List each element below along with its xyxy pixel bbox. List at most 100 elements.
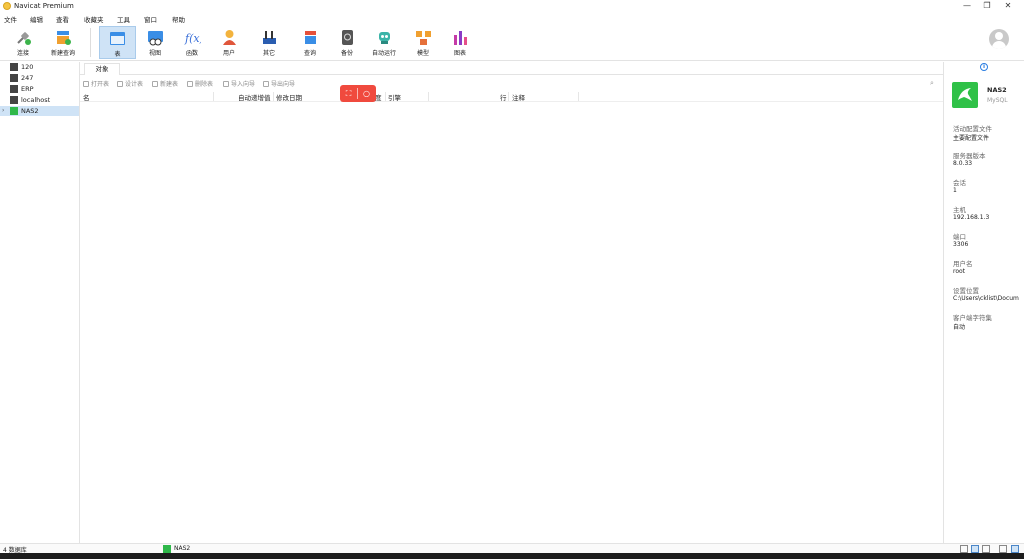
main-toolbar: 连接 新建查询 表 视图 f(x) 函数 用户 其它 查询 备份 自动运行 模型 [0, 24, 1024, 61]
mysql-connection-icon [10, 107, 18, 115]
column-divider[interactable] [385, 92, 386, 101]
connection-sidebar: 120 247 ERP localhost › NAS2 [0, 62, 80, 543]
restore-button[interactable]: ❐ [978, 1, 996, 11]
export-icon [263, 81, 269, 87]
prop-label: 会话 [953, 179, 966, 187]
menu-help[interactable]: 帮助 [172, 14, 185, 24]
connection-name: NAS2 [987, 86, 1007, 94]
column-engine[interactable]: 引擎 [388, 92, 401, 102]
info-icon[interactable]: i [980, 63, 988, 71]
design-table-button[interactable]: 设计表 [117, 79, 143, 88]
autorun-button[interactable]: 自动运行 [367, 26, 401, 59]
menu-favorites[interactable]: 收藏夹 [84, 14, 104, 24]
column-name[interactable]: 名 [83, 92, 90, 102]
toggle-left-panel-icon[interactable] [999, 545, 1007, 553]
column-divider[interactable] [508, 92, 509, 101]
column-auto-increment[interactable]: 自动递增值 [238, 92, 271, 102]
connect-button[interactable]: 连接 [6, 26, 40, 59]
connection-icon [10, 85, 18, 93]
prop-value: C:\Users\cklist\Docum [953, 295, 1019, 302]
taskbar-strip [0, 553, 1024, 559]
new-query-icon [56, 31, 71, 45]
connection-item[interactable]: 247 [0, 73, 79, 83]
prop-value: root [953, 268, 966, 275]
minimize-button[interactable]: — [958, 1, 976, 11]
delete-table-icon [187, 81, 193, 87]
backup-button[interactable]: 备份 [330, 26, 364, 59]
new-query-button[interactable]: 新建查询 [46, 26, 80, 59]
close-button[interactable]: ✕ [999, 1, 1017, 11]
open-table-icon [83, 81, 89, 87]
prop-value: 自动 [953, 324, 966, 331]
menu-file[interactable]: 文件 [4, 14, 17, 24]
connection-item[interactable]: 120 [0, 62, 79, 72]
prop-label: 主机 [953, 206, 966, 214]
menu-window[interactable]: 窗口 [144, 14, 157, 24]
prop-value: 192.168.1.3 [953, 214, 990, 221]
query-button[interactable]: 查询 [293, 26, 327, 59]
toolbar-divider [90, 28, 91, 57]
status-connection: NAS2 [174, 545, 191, 552]
list-view-icon[interactable] [971, 545, 979, 553]
connection-item[interactable]: ERP [0, 84, 79, 94]
view-button[interactable]: 视图 [138, 26, 172, 59]
delete-table-button[interactable]: 删除表 [187, 79, 213, 88]
user-button[interactable]: 用户 [212, 26, 246, 59]
other-button[interactable]: 其它 [252, 26, 286, 59]
new-table-button[interactable]: 新建表 [152, 79, 178, 88]
prop-label: 服务器版本 [953, 152, 986, 160]
menu-bar: 文件 编辑 查看 收藏夹 工具 窗口 帮助 [0, 13, 1024, 24]
robot-icon [378, 32, 390, 44]
title-bar: Navicat Premium — ❐ ✕ [0, 0, 1024, 12]
table-button[interactable]: 表 [99, 26, 136, 59]
prop-value: 1 [953, 187, 957, 194]
open-table-button[interactable]: 打开表 [83, 79, 109, 88]
tab-objects[interactable]: 对象 [84, 63, 120, 75]
column-comment[interactable]: 注释 [512, 92, 525, 102]
model-button[interactable]: 模型 [406, 26, 440, 59]
column-modified-date[interactable]: 修改日期 [276, 92, 302, 102]
user-avatar[interactable] [989, 29, 1009, 49]
column-divider[interactable] [213, 92, 214, 101]
column-divider[interactable] [578, 92, 579, 101]
backup-icon [341, 30, 353, 45]
menu-tools[interactable]: 工具 [117, 14, 130, 24]
detail-view-icon[interactable] [982, 545, 990, 553]
float-divider [357, 88, 358, 99]
connection-icon [10, 63, 18, 71]
tab-bar: 对象 [80, 62, 943, 75]
column-divider[interactable] [428, 92, 429, 101]
column-rows[interactable]: 行 [500, 92, 507, 102]
prop-value: 3306 [953, 241, 969, 248]
screenshot-icon[interactable]: ⛶ [343, 88, 354, 99]
prop-label: 端口 [953, 233, 966, 241]
chevron-right-icon[interactable]: › [2, 107, 4, 114]
info-panel: i NAS2 MySQL 活动配置文件 主要配置文件 服务器版本 8.0.33 … [943, 62, 1024, 543]
object-toolbar: 打开表 设计表 新建表 删除表 导入向导 导出向导 ⌕ [80, 77, 943, 90]
view-icon [147, 31, 163, 46]
prop-label: 活动配置文件 [953, 125, 992, 133]
prop-value: 主要配置文件 [953, 135, 990, 142]
prop-label: 客户端字符集 [953, 314, 992, 322]
search-icon[interactable]: ○ [361, 88, 372, 99]
plug-icon [16, 32, 31, 45]
model-icon [415, 31, 431, 45]
function-button[interactable]: f(x) 函数 [175, 26, 209, 59]
mysql-dolphin-icon [952, 82, 978, 108]
connection-item[interactable]: localhost [0, 95, 79, 105]
menu-view[interactable]: 查看 [56, 14, 69, 24]
query-icon [304, 31, 316, 44]
connection-item-selected[interactable]: › NAS2 [0, 106, 79, 116]
toggle-right-panel-icon[interactable] [1011, 545, 1019, 553]
menu-edit[interactable]: 编辑 [30, 14, 43, 24]
column-divider[interactable] [273, 92, 274, 101]
prop-label: 用户名 [953, 260, 973, 268]
import-wizard-button[interactable]: 导入向导 [223, 79, 255, 88]
chart-icon [453, 31, 467, 45]
prop-label: 设置位置 [953, 287, 979, 295]
search-icon[interactable]: ⌕ [930, 79, 934, 88]
export-wizard-button[interactable]: 导出向导 [263, 79, 295, 88]
grid-view-icon[interactable] [960, 545, 968, 553]
chart-button[interactable]: 图表 [443, 26, 477, 59]
floating-capture-toolbar: ⛶ ○ [340, 85, 376, 102]
